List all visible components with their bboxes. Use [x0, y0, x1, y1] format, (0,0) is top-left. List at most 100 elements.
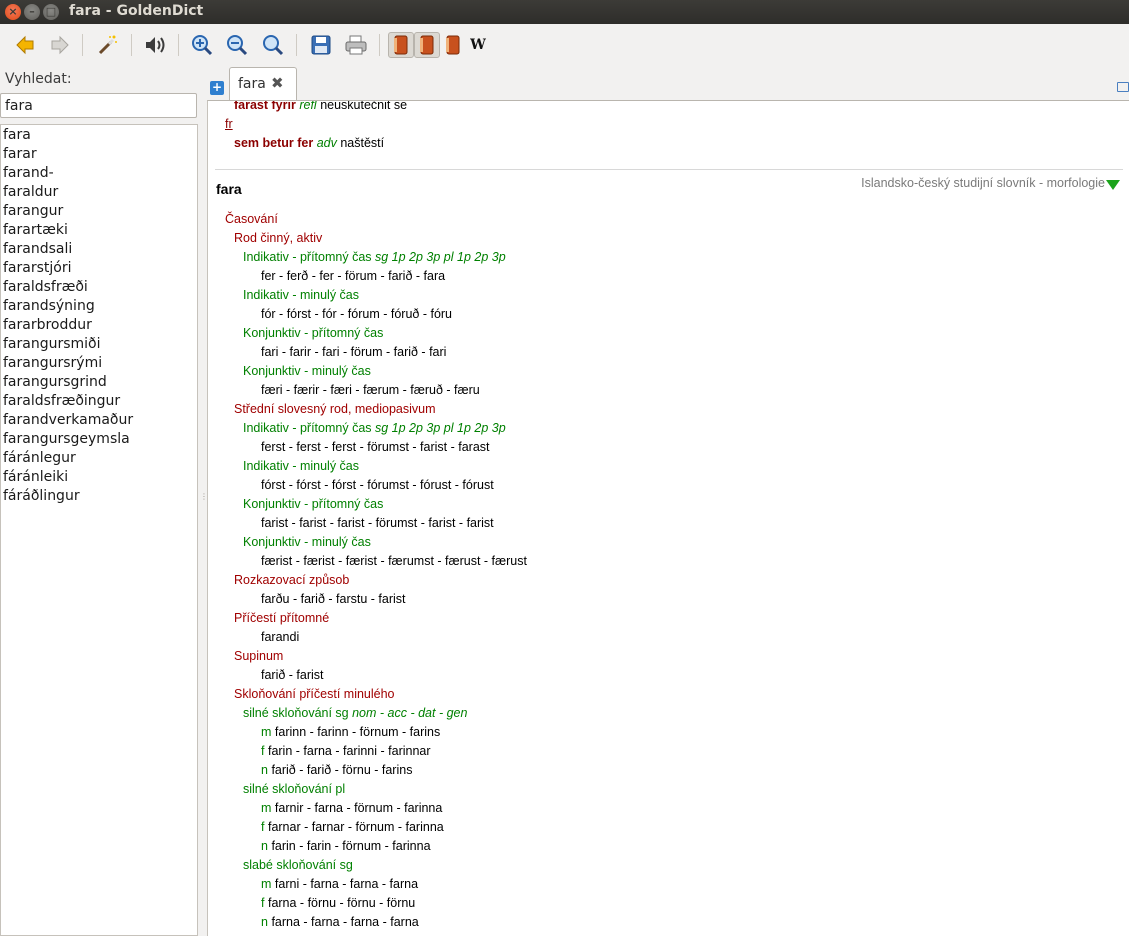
- word-list-item[interactable]: fáráðlingur: [1, 487, 197, 506]
- row-text: Konjunktiv - minulý čas: [243, 535, 371, 549]
- word-list-item[interactable]: farangursrými: [1, 354, 197, 373]
- form-row: f farin - farna - farinni - farinnar: [261, 744, 431, 758]
- section-heading: Rozkazovací způsob: [234, 573, 349, 587]
- row-text: Konjunktiv - přítomný čas: [243, 326, 384, 340]
- form-row: fórst - fórst - fórst - fórumst - fórust…: [261, 478, 494, 492]
- translation: neuskutečnit se: [320, 100, 408, 112]
- word-list-item[interactable]: fáránleiki: [1, 468, 197, 487]
- word-list-item[interactable]: farandsýning: [1, 297, 197, 316]
- title-bar: × – □ fara - GoldenDict: [0, 0, 1129, 24]
- close-tab-icon[interactable]: ✖: [271, 74, 284, 92]
- row-text: Indikativ - přítomný čas: [243, 250, 372, 264]
- word-list-item[interactable]: fáránlegur: [1, 449, 197, 468]
- word-list-item[interactable]: faraldsfræði: [1, 278, 197, 297]
- back-icon: [16, 35, 34, 55]
- print-button[interactable]: [343, 32, 369, 58]
- zoom-normal-button[interactable]: [260, 32, 286, 58]
- row-text: slabé skloňování sg: [243, 858, 353, 872]
- collapse-dictionary-icon[interactable]: [1106, 180, 1120, 190]
- row-text: Indikativ - přítomný čas: [243, 421, 372, 435]
- back-button[interactable]: [12, 32, 38, 58]
- row-text: fari - farir - fari - förum - farið - fa…: [261, 345, 447, 359]
- row-text: færi - færir - færi - færum - færuð - fæ…: [261, 383, 480, 397]
- section-heading: Supinum: [234, 649, 283, 663]
- zoom-in-button[interactable]: [189, 32, 215, 58]
- section-heading: silné skloňování pl: [243, 782, 345, 796]
- gender-label: n: [261, 839, 268, 853]
- new-tab-button[interactable]: +: [210, 81, 224, 95]
- word-list-item[interactable]: farangursgrind: [1, 373, 197, 392]
- row-text: Konjunktiv - přítomný čas: [243, 497, 384, 511]
- section-heading: Indikativ - přítomný čas sg 1p 2p 3p pl …: [243, 421, 506, 435]
- row-text: farið - farið - förnu - farins: [271, 763, 413, 777]
- row-text: Konjunktiv - minulý čas: [243, 364, 371, 378]
- pronounce-button[interactable]: [142, 32, 168, 58]
- section-heading: Konjunktiv - minulý čas: [243, 364, 371, 378]
- row-text: fórst - fórst - fórst - fórumst - fórust…: [261, 478, 494, 492]
- form-row: færi - færir - færi - færum - færuð - fæ…: [261, 383, 480, 397]
- row-text: Časování: [225, 212, 278, 226]
- grammar-label: sg 1p 2p 3p pl 1p 2p 3p: [375, 250, 506, 264]
- gender-label: f: [261, 744, 265, 758]
- forward-button[interactable]: [47, 32, 73, 58]
- tab-fara[interactable]: fara ✖: [229, 67, 297, 101]
- tab-label: fara: [238, 76, 266, 92]
- row-text: Rod činný, aktiv: [234, 231, 323, 245]
- grammar-label: nom - acc - dat - gen: [352, 706, 468, 720]
- close-window-button[interactable]: ×: [5, 4, 21, 20]
- save-button[interactable]: [308, 32, 334, 58]
- section-heading: Indikativ - minulý čas: [243, 288, 359, 302]
- row-text: farnar - farnar - förnum - farinna: [267, 820, 444, 834]
- row-text: ferst - ferst - ferst - förumst - farist…: [261, 440, 490, 454]
- section-heading: Rod činný, aktiv: [234, 231, 322, 245]
- grammar-label: adv: [316, 136, 337, 150]
- word-list-item[interactable]: farangur: [1, 202, 197, 221]
- row-text: silné skloňování sg: [243, 706, 349, 720]
- word-list-item[interactable]: fara: [1, 126, 197, 145]
- search-input[interactable]: [0, 93, 197, 118]
- wikipedia-button[interactable]: W: [465, 32, 491, 58]
- row-text: farist - farist - farist - förumst - far…: [261, 516, 494, 530]
- dictionary-group-button-2[interactable]: [414, 32, 440, 58]
- form-row: f farna - förnu - förnu - förnu: [261, 896, 415, 910]
- word-list-item[interactable]: farandverkamaður: [1, 411, 197, 430]
- row-text: Příčestí přítomné: [234, 611, 330, 625]
- gender-label: m: [261, 801, 272, 815]
- word-list-item[interactable]: farangursgeymsla: [1, 430, 197, 449]
- cross-reference-link[interactable]: fr: [225, 117, 233, 131]
- word-list-item[interactable]: farartæki: [1, 221, 197, 240]
- scan-popup-button[interactable]: [94, 32, 120, 58]
- zoom-out-button[interactable]: [224, 32, 250, 58]
- gender-label: m: [261, 877, 272, 891]
- form-row: farandi: [261, 630, 299, 644]
- maximize-window-button[interactable]: □: [43, 4, 59, 20]
- form-row: fer - ferð - fer - förum - farið - fara: [261, 269, 445, 283]
- word-list-item[interactable]: fararbroddur: [1, 316, 197, 335]
- row-text: farna - farna - farna - farna: [271, 915, 419, 929]
- tab-list-icon[interactable]: [1117, 82, 1129, 92]
- section-heading: Příčestí přítomné: [234, 611, 329, 625]
- word-list-item[interactable]: farangursmiði: [1, 335, 197, 354]
- section-heading: Skloňování příčestí minulého: [234, 687, 395, 701]
- word-list[interactable]: fara farar farand-faraldur farangur farartæk…: [0, 124, 198, 936]
- row-text: farinn - farinn - förnum - farins: [274, 725, 441, 739]
- dictionary-group-button-1[interactable]: [388, 32, 414, 58]
- form-row: n farna - farna - farna - farna: [261, 915, 419, 929]
- dictionary-group-button-3[interactable]: [440, 32, 466, 58]
- word-list-item[interactable]: faraldur: [1, 183, 197, 202]
- section-heading: Konjunktiv - přítomný čas: [243, 326, 383, 340]
- headword: fara: [216, 181, 242, 197]
- word-list-item[interactable]: fararstjóri: [1, 259, 197, 278]
- phrase: farast fyrir: [234, 100, 296, 112]
- word-list-item[interactable]: farar: [1, 145, 197, 164]
- word-list-item[interactable]: farandsali: [1, 240, 197, 259]
- word-list-item[interactable]: farand-: [1, 164, 197, 183]
- grammar-label: sg 1p 2p 3p pl 1p 2p 3p: [375, 421, 506, 435]
- pane-splitter-handle[interactable]: ⋮: [200, 493, 208, 507]
- section-heading: Časování: [225, 212, 278, 226]
- minimize-window-button[interactable]: –: [24, 4, 40, 20]
- row-text: Supinum: [234, 649, 284, 663]
- goldendict-window: × – □ fara - GoldenDict W Vyhledat: fara…: [0, 0, 1129, 936]
- dictionary-name: Islandsko-český studijní slovník - morfo…: [861, 176, 1105, 190]
- word-list-item[interactable]: faraldsfræðingur: [1, 392, 197, 411]
